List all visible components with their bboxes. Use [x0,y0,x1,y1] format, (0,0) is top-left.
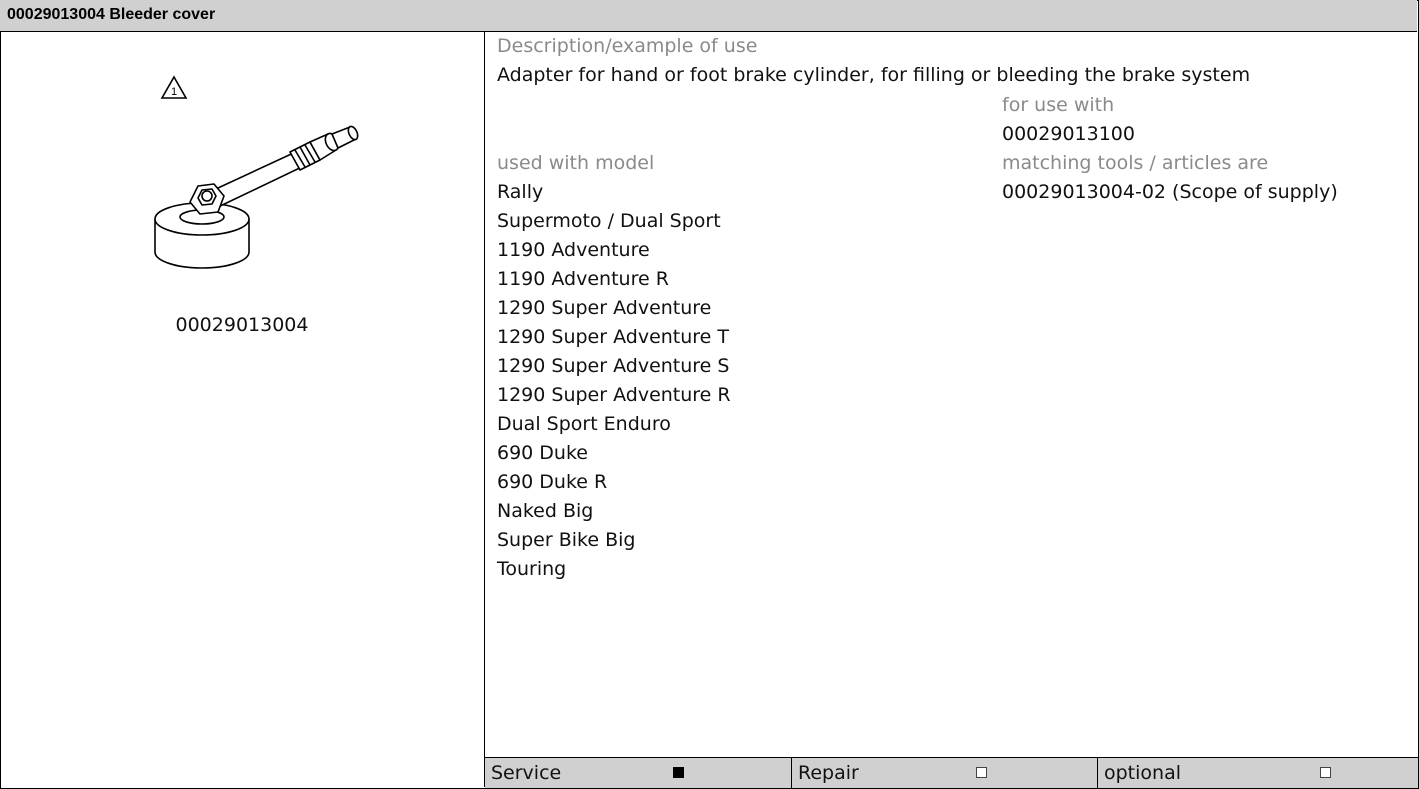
optional-label: optional [1104,762,1182,784]
matching-value: 00029013004-02 (Scope of supply) [1002,181,1338,203]
model-item: 690 Duke [497,442,588,464]
for-use-with-value: 00029013100 [1002,123,1135,145]
models-label: used with model [497,152,655,174]
model-item: 1290 Super Adventure S [497,355,730,377]
warning-number: 1 [171,86,177,98]
title-bar: 00029013004 Bleeder cover [0,0,1417,32]
part-number-caption: 00029013004 [175,314,309,336]
service-cell: Service [485,757,791,788]
description-label: Description/example of use [497,35,758,57]
page-title: 00029013004 Bleeder cover [7,6,216,23]
model-item: Super Bike Big [497,529,636,551]
model-item: 1290 Super Adventure [497,297,712,319]
repair-checkbox[interactable] [976,767,987,778]
model-item: Rally [497,181,544,203]
model-item: Touring [497,558,567,580]
service-checkbox[interactable] [673,767,684,778]
model-item: 1290 Super Adventure T [497,326,730,348]
description-text: Adapter for hand or foot brake cylinder,… [497,64,1251,86]
model-item: 1190 Adventure R [497,268,669,290]
bleeder-cover-illustration [154,125,359,269]
repair-label: Repair [798,762,859,784]
service-label: Service [491,762,562,784]
model-item: Supermoto / Dual Sport [497,210,721,232]
column-divider [484,32,485,787]
repair-cell: Repair [791,757,1097,788]
model-item: Naked Big [497,500,594,522]
optional-cell: optional [1097,757,1418,788]
for-use-with-label: for use with [1002,94,1115,116]
model-item: 1190 Adventure [497,239,650,261]
usage-category-bar: Service Repair optional [485,757,1418,788]
model-item: 1290 Super Adventure R [497,384,731,406]
matching-label: matching tools / articles are [1002,152,1269,174]
model-item: 690 Duke R [497,471,608,493]
model-item: Dual Sport Enduro [497,413,671,435]
warning-triangle-icon: 1 [160,75,188,99]
optional-checkbox[interactable] [1320,767,1331,778]
